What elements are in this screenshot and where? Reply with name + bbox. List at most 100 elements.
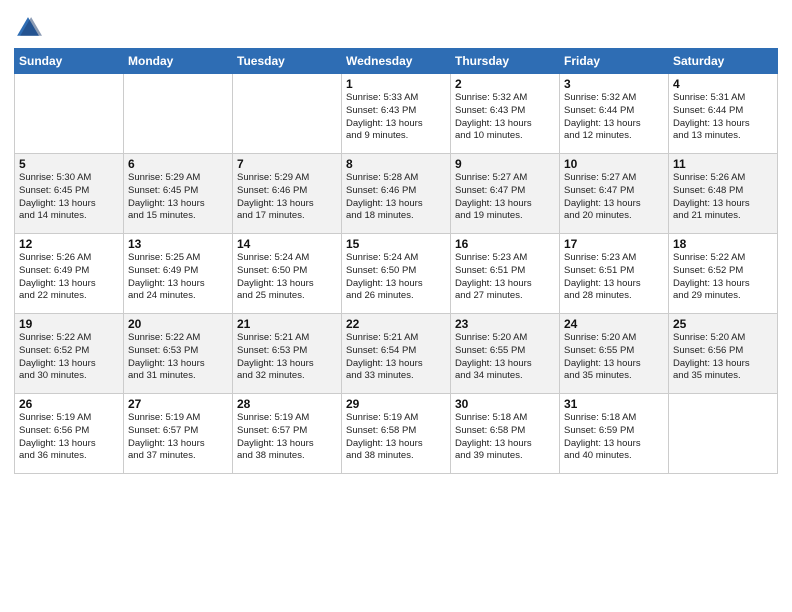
day-cell: 5Sunrise: 5:30 AM Sunset: 6:45 PM Daylig… xyxy=(15,154,124,234)
day-number: 28 xyxy=(237,397,337,411)
day-cell: 21Sunrise: 5:21 AM Sunset: 6:53 PM Dayli… xyxy=(233,314,342,394)
day-info: Sunrise: 5:21 AM Sunset: 6:54 PM Dayligh… xyxy=(346,332,446,383)
day-number: 20 xyxy=(128,317,228,331)
day-cell: 12Sunrise: 5:26 AM Sunset: 6:49 PM Dayli… xyxy=(15,234,124,314)
calendar-table: SundayMondayTuesdayWednesdayThursdayFrid… xyxy=(14,48,778,474)
day-info: Sunrise: 5:22 AM Sunset: 6:52 PM Dayligh… xyxy=(19,332,119,383)
day-number: 6 xyxy=(128,157,228,171)
header xyxy=(14,10,778,42)
day-info: Sunrise: 5:26 AM Sunset: 6:48 PM Dayligh… xyxy=(673,172,773,223)
day-info: Sunrise: 5:22 AM Sunset: 6:53 PM Dayligh… xyxy=(128,332,228,383)
day-info: Sunrise: 5:29 AM Sunset: 6:46 PM Dayligh… xyxy=(237,172,337,223)
weekday-friday: Friday xyxy=(560,49,669,74)
logo-icon xyxy=(14,14,42,42)
day-info: Sunrise: 5:19 AM Sunset: 6:58 PM Dayligh… xyxy=(346,412,446,463)
day-cell: 3Sunrise: 5:32 AM Sunset: 6:44 PM Daylig… xyxy=(560,74,669,154)
day-number: 25 xyxy=(673,317,773,331)
day-info: Sunrise: 5:24 AM Sunset: 6:50 PM Dayligh… xyxy=(346,252,446,303)
day-info: Sunrise: 5:23 AM Sunset: 6:51 PM Dayligh… xyxy=(455,252,555,303)
day-number: 30 xyxy=(455,397,555,411)
day-info: Sunrise: 5:27 AM Sunset: 6:47 PM Dayligh… xyxy=(455,172,555,223)
week-row-4: 19Sunrise: 5:22 AM Sunset: 6:52 PM Dayli… xyxy=(15,314,778,394)
day-info: Sunrise: 5:25 AM Sunset: 6:49 PM Dayligh… xyxy=(128,252,228,303)
day-number: 16 xyxy=(455,237,555,251)
day-number: 26 xyxy=(19,397,119,411)
day-number: 10 xyxy=(564,157,664,171)
day-info: Sunrise: 5:23 AM Sunset: 6:51 PM Dayligh… xyxy=(564,252,664,303)
day-cell: 19Sunrise: 5:22 AM Sunset: 6:52 PM Dayli… xyxy=(15,314,124,394)
day-info: Sunrise: 5:26 AM Sunset: 6:49 PM Dayligh… xyxy=(19,252,119,303)
day-info: Sunrise: 5:18 AM Sunset: 6:59 PM Dayligh… xyxy=(564,412,664,463)
day-info: Sunrise: 5:18 AM Sunset: 6:58 PM Dayligh… xyxy=(455,412,555,463)
day-cell: 10Sunrise: 5:27 AM Sunset: 6:47 PM Dayli… xyxy=(560,154,669,234)
day-info: Sunrise: 5:19 AM Sunset: 6:57 PM Dayligh… xyxy=(237,412,337,463)
day-cell: 15Sunrise: 5:24 AM Sunset: 6:50 PM Dayli… xyxy=(342,234,451,314)
day-number: 7 xyxy=(237,157,337,171)
day-info: Sunrise: 5:24 AM Sunset: 6:50 PM Dayligh… xyxy=(237,252,337,303)
day-info: Sunrise: 5:21 AM Sunset: 6:53 PM Dayligh… xyxy=(237,332,337,383)
week-row-2: 5Sunrise: 5:30 AM Sunset: 6:45 PM Daylig… xyxy=(15,154,778,234)
day-number: 14 xyxy=(237,237,337,251)
day-cell: 26Sunrise: 5:19 AM Sunset: 6:56 PM Dayli… xyxy=(15,394,124,474)
week-row-5: 26Sunrise: 5:19 AM Sunset: 6:56 PM Dayli… xyxy=(15,394,778,474)
day-info: Sunrise: 5:20 AM Sunset: 6:56 PM Dayligh… xyxy=(673,332,773,383)
day-cell: 1Sunrise: 5:33 AM Sunset: 6:43 PM Daylig… xyxy=(342,74,451,154)
day-number: 18 xyxy=(673,237,773,251)
day-cell xyxy=(669,394,778,474)
day-cell: 9Sunrise: 5:27 AM Sunset: 6:47 PM Daylig… xyxy=(451,154,560,234)
day-number: 24 xyxy=(564,317,664,331)
day-number: 12 xyxy=(19,237,119,251)
weekday-thursday: Thursday xyxy=(451,49,560,74)
weekday-header-row: SundayMondayTuesdayWednesdayThursdayFrid… xyxy=(15,49,778,74)
day-cell: 6Sunrise: 5:29 AM Sunset: 6:45 PM Daylig… xyxy=(124,154,233,234)
day-cell: 29Sunrise: 5:19 AM Sunset: 6:58 PM Dayli… xyxy=(342,394,451,474)
day-cell: 25Sunrise: 5:20 AM Sunset: 6:56 PM Dayli… xyxy=(669,314,778,394)
day-number: 17 xyxy=(564,237,664,251)
day-number: 2 xyxy=(455,77,555,91)
logo xyxy=(14,14,45,42)
day-cell: 31Sunrise: 5:18 AM Sunset: 6:59 PM Dayli… xyxy=(560,394,669,474)
day-number: 1 xyxy=(346,77,446,91)
weekday-tuesday: Tuesday xyxy=(233,49,342,74)
day-cell: 30Sunrise: 5:18 AM Sunset: 6:58 PM Dayli… xyxy=(451,394,560,474)
day-cell: 7Sunrise: 5:29 AM Sunset: 6:46 PM Daylig… xyxy=(233,154,342,234)
calendar-container: SundayMondayTuesdayWednesdayThursdayFrid… xyxy=(0,0,792,482)
day-cell: 2Sunrise: 5:32 AM Sunset: 6:43 PM Daylig… xyxy=(451,74,560,154)
day-number: 5 xyxy=(19,157,119,171)
day-info: Sunrise: 5:32 AM Sunset: 6:44 PM Dayligh… xyxy=(564,92,664,143)
day-cell: 18Sunrise: 5:22 AM Sunset: 6:52 PM Dayli… xyxy=(669,234,778,314)
day-cell xyxy=(124,74,233,154)
day-number: 19 xyxy=(19,317,119,331)
day-number: 22 xyxy=(346,317,446,331)
day-number: 27 xyxy=(128,397,228,411)
day-number: 4 xyxy=(673,77,773,91)
day-number: 15 xyxy=(346,237,446,251)
week-row-3: 12Sunrise: 5:26 AM Sunset: 6:49 PM Dayli… xyxy=(15,234,778,314)
day-info: Sunrise: 5:31 AM Sunset: 6:44 PM Dayligh… xyxy=(673,92,773,143)
day-cell: 23Sunrise: 5:20 AM Sunset: 6:55 PM Dayli… xyxy=(451,314,560,394)
week-row-1: 1Sunrise: 5:33 AM Sunset: 6:43 PM Daylig… xyxy=(15,74,778,154)
day-info: Sunrise: 5:20 AM Sunset: 6:55 PM Dayligh… xyxy=(564,332,664,383)
day-cell: 8Sunrise: 5:28 AM Sunset: 6:46 PM Daylig… xyxy=(342,154,451,234)
day-info: Sunrise: 5:20 AM Sunset: 6:55 PM Dayligh… xyxy=(455,332,555,383)
weekday-saturday: Saturday xyxy=(669,49,778,74)
day-cell: 16Sunrise: 5:23 AM Sunset: 6:51 PM Dayli… xyxy=(451,234,560,314)
day-cell: 24Sunrise: 5:20 AM Sunset: 6:55 PM Dayli… xyxy=(560,314,669,394)
weekday-sunday: Sunday xyxy=(15,49,124,74)
day-info: Sunrise: 5:19 AM Sunset: 6:57 PM Dayligh… xyxy=(128,412,228,463)
day-number: 29 xyxy=(346,397,446,411)
day-cell: 22Sunrise: 5:21 AM Sunset: 6:54 PM Dayli… xyxy=(342,314,451,394)
day-cell xyxy=(15,74,124,154)
day-cell: 28Sunrise: 5:19 AM Sunset: 6:57 PM Dayli… xyxy=(233,394,342,474)
day-number: 9 xyxy=(455,157,555,171)
day-info: Sunrise: 5:30 AM Sunset: 6:45 PM Dayligh… xyxy=(19,172,119,223)
day-number: 23 xyxy=(455,317,555,331)
day-cell: 27Sunrise: 5:19 AM Sunset: 6:57 PM Dayli… xyxy=(124,394,233,474)
day-cell: 11Sunrise: 5:26 AM Sunset: 6:48 PM Dayli… xyxy=(669,154,778,234)
day-info: Sunrise: 5:19 AM Sunset: 6:56 PM Dayligh… xyxy=(19,412,119,463)
day-info: Sunrise: 5:32 AM Sunset: 6:43 PM Dayligh… xyxy=(455,92,555,143)
day-number: 13 xyxy=(128,237,228,251)
day-info: Sunrise: 5:27 AM Sunset: 6:47 PM Dayligh… xyxy=(564,172,664,223)
day-info: Sunrise: 5:33 AM Sunset: 6:43 PM Dayligh… xyxy=(346,92,446,143)
weekday-monday: Monday xyxy=(124,49,233,74)
